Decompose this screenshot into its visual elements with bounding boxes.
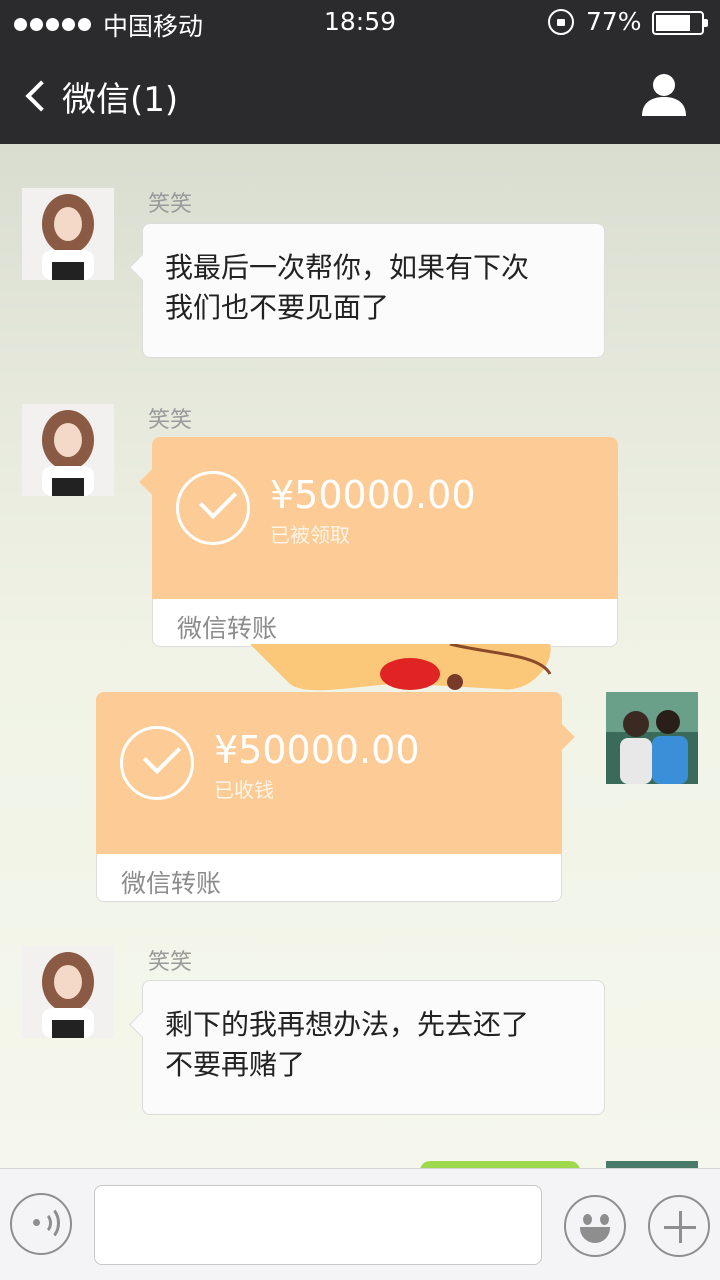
- check-circle-icon: [120, 726, 194, 800]
- contact-avatar[interactable]: [22, 188, 114, 280]
- input-bar: [0, 1168, 720, 1280]
- contact-avatar[interactable]: [22, 946, 114, 1038]
- chevron-left-icon: [25, 80, 57, 112]
- plus-icon[interactable]: [648, 1195, 710, 1257]
- message-line: 我最后一次帮你，如果有下次: [165, 251, 530, 284]
- transfer-status: 已被领取: [270, 523, 350, 547]
- transfer-status: 已收钱: [214, 778, 274, 802]
- check-circle-icon: [176, 471, 250, 545]
- transfer-card[interactable]: ¥50000.00 已被领取 微信转账: [139, 437, 618, 647]
- battery-icon: [652, 11, 708, 35]
- voice-icon[interactable]: [10, 1193, 72, 1255]
- my-avatar[interactable]: [606, 1161, 698, 1168]
- battery-percent: 77%: [586, 7, 642, 36]
- message-line: 我们也不要见面了: [165, 291, 390, 324]
- transfer-amount: ¥50000.00: [214, 728, 420, 772]
- message-bubble[interactable]: 剩下的我再想办法，先去还了 不要再赌了: [142, 980, 605, 1115]
- status-bar: 中国移动 18:59 77%: [0, 0, 720, 46]
- contact-avatar[interactable]: [22, 404, 114, 496]
- nav-bar: 微信(1): [0, 46, 720, 144]
- chat-area[interactable]: 笑笑 我最后一次帮你，如果有下次 我们也不要见面了 笑笑 ¥50000.00 已…: [0, 144, 720, 1168]
- sender-name: 笑笑: [148, 408, 193, 433]
- sender-name: 笑笑: [148, 950, 193, 975]
- back-label: 微信(1): [62, 79, 179, 120]
- emoji-icon[interactable]: [564, 1195, 626, 1257]
- user-icon[interactable]: [640, 72, 688, 116]
- sender-name: 笑笑: [148, 192, 193, 217]
- sent-message-bubble[interactable]: [420, 1161, 580, 1168]
- back-button[interactable]: 微信(1): [18, 72, 178, 120]
- transfer-amount: ¥50000.00: [270, 473, 476, 517]
- message-line: 不要再赌了: [165, 1048, 306, 1081]
- my-avatar[interactable]: [606, 692, 698, 784]
- transfer-footer: 微信转账: [177, 614, 278, 643]
- rotation-lock-icon: [548, 9, 574, 35]
- message-line: 剩下的我再想办法，先去还了: [165, 1008, 530, 1041]
- transfer-card[interactable]: ¥50000.00 已收钱 微信转账: [96, 692, 575, 902]
- transfer-footer: 微信转账: [121, 869, 222, 898]
- message-bubble[interactable]: 我最后一次帮你，如果有下次 我们也不要见面了: [142, 223, 605, 358]
- message-input[interactable]: [94, 1185, 542, 1265]
